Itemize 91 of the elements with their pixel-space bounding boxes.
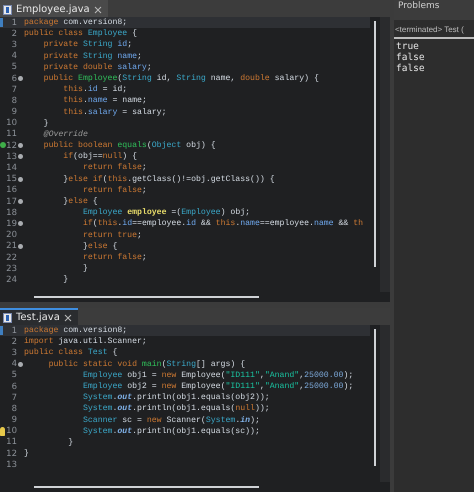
fold-toggle-icon[interactable] xyxy=(18,76,23,82)
line-number: 23 xyxy=(6,264,17,274)
line-number: 5 xyxy=(10,370,17,380)
line-number: 1 xyxy=(10,326,17,336)
code-line: public class Test { xyxy=(24,347,118,359)
console-output-line: false xyxy=(395,63,426,74)
console-header: <terminated> Test ( xyxy=(394,22,474,39)
java-file-icon xyxy=(3,312,12,322)
code-line: private String name; xyxy=(42,50,142,62)
code-line: }else if(this.getClass()!=obj.getClass()) { xyxy=(62,174,275,185)
fold-toggle-icon[interactable] xyxy=(18,176,23,182)
java-file-icon xyxy=(3,4,12,14)
line-number: 13 xyxy=(6,460,17,470)
line-number: 24 xyxy=(6,274,17,285)
code-line: return false; xyxy=(82,162,147,174)
code-line: public class Employee { xyxy=(24,28,138,40)
line-number: 10 xyxy=(6,426,17,436)
code-line: public static void main(String[] args) { xyxy=(48,358,246,370)
line-number: 11 xyxy=(6,437,17,448)
line-number: 9 xyxy=(10,415,17,426)
line-number: 19 xyxy=(6,218,17,229)
code-line: System.out.println(obj1.equals(obj2)); xyxy=(82,392,270,404)
line-number: 22 xyxy=(6,252,17,263)
line-number: 20 xyxy=(6,230,17,240)
code-line: this.name = name; xyxy=(62,95,147,107)
fold-toggle-icon[interactable] xyxy=(18,244,23,249)
line-number: 2 xyxy=(10,28,17,39)
line-number: 8 xyxy=(10,96,17,106)
code-line: return false; xyxy=(82,184,147,196)
line-number: 16 xyxy=(6,185,17,196)
line-number: 4 xyxy=(10,359,17,370)
line-number: 12 xyxy=(6,140,17,151)
line-number: 15 xyxy=(6,174,17,184)
close-icon[interactable] xyxy=(94,6,102,14)
code-line: return true; xyxy=(82,230,142,241)
fold-toggle-icon[interactable] xyxy=(18,199,23,204)
line-number: 6 xyxy=(10,74,17,84)
code-line: } xyxy=(62,274,68,286)
fold-toggle-icon[interactable] xyxy=(18,221,23,226)
code-line: import java.util.Scanner; xyxy=(24,336,147,348)
line-number: 17 xyxy=(6,196,17,207)
code-line: package com.version8; xyxy=(24,325,128,336)
fold-toggle-icon[interactable] xyxy=(18,154,23,160)
fold-toggle-icon[interactable] xyxy=(18,143,23,148)
line-number: 3 xyxy=(10,40,17,50)
file-tab[interactable]: Test.java xyxy=(0,308,78,325)
code-line: this.id = id; xyxy=(62,84,128,96)
code-line: } xyxy=(82,263,88,274)
console-output-line: false xyxy=(395,52,426,63)
line-number: 3 xyxy=(10,348,17,358)
line-number: 11 xyxy=(6,129,17,140)
line-number: 7 xyxy=(10,392,17,403)
code-line: Employee employee =(Employee) obj; xyxy=(82,207,250,218)
code-line: public boolean equals(Object obj) { xyxy=(42,140,216,152)
code-line: Employee obj2 = new Employee("ID111","Anand",25000.00); xyxy=(82,380,354,392)
line-number: 13 xyxy=(6,152,17,162)
code-line: public Employee(String id, String name, double salary) { xyxy=(42,72,319,84)
file-tab[interactable]: Employee.java xyxy=(0,0,108,17)
line-number: 6 xyxy=(10,382,17,392)
close-icon[interactable] xyxy=(64,314,72,322)
code-line: package com.version8; xyxy=(24,17,128,28)
code-line: if(this.id==employee.id && this.name==employee.name && th xyxy=(82,218,364,230)
code-line: return false; xyxy=(82,252,147,264)
code-line: }else { xyxy=(62,196,98,208)
line-number: 9 xyxy=(10,107,17,118)
line-number: 14 xyxy=(6,163,17,174)
code-line: } xyxy=(67,436,74,448)
line-number: 10 xyxy=(6,118,17,128)
line-number: 18 xyxy=(6,208,17,218)
console-output-line: true xyxy=(395,41,420,52)
line-number: 21 xyxy=(6,241,17,252)
code-line: Employee obj1 = new Employee("ID111","Anand",25000.00); xyxy=(82,370,354,381)
code-line: System.out.println(obj1.equals(sc)); xyxy=(82,426,260,437)
code-line: @Override xyxy=(42,128,88,140)
code-line: if(obj==null) { xyxy=(62,151,138,162)
line-number: 7 xyxy=(10,84,17,95)
code-line: } xyxy=(24,448,29,460)
line-number: 8 xyxy=(10,404,17,414)
code-line: private double salary; xyxy=(42,62,152,73)
line-number: 12 xyxy=(6,448,17,459)
code-line: private String id; xyxy=(42,39,132,51)
line-number: 2 xyxy=(10,336,17,347)
line-number: 4 xyxy=(10,51,17,62)
code-line: Scanner sc = new Scanner(System.in); xyxy=(82,414,260,426)
line-number: 1 xyxy=(10,18,17,28)
code-line: }else { xyxy=(82,240,118,252)
line-number: 5 xyxy=(10,62,17,72)
code-line: this.salary = salary; xyxy=(62,106,167,118)
fold-toggle-icon[interactable] xyxy=(18,362,23,367)
code-line: } xyxy=(42,118,49,129)
code-line: System.out.println(obj1.equals(null)); xyxy=(82,403,270,415)
